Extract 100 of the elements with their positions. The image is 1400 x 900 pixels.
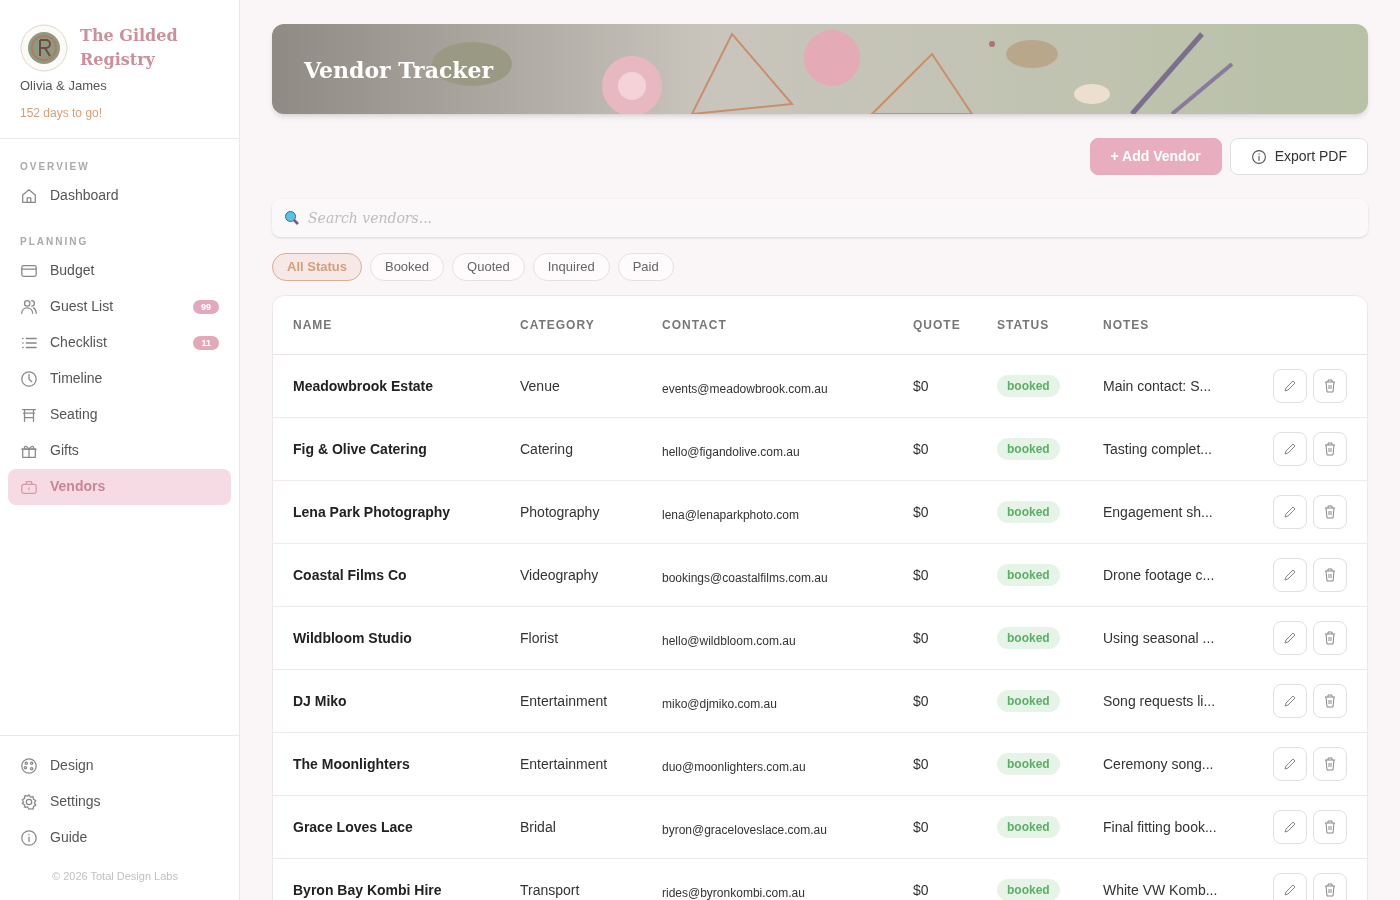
nav-item[interactable]: Gifts [8, 432, 231, 469]
table-cell-text: lena@lenaparkphoto.com [662, 507, 800, 524]
pencil-icon [1282, 378, 1298, 394]
status-badge: booked [997, 879, 1060, 900]
table-cell-text: Coastal Films Co [293, 565, 408, 585]
brand-title: The Gilded Registry [80, 25, 179, 71]
search-field[interactable]: Search vendors... [272, 199, 1368, 237]
table-cell-text: hello@figandolive.com.au [662, 444, 801, 461]
column-header: NAME [293, 317, 334, 334]
edit-button[interactable] [1273, 684, 1307, 718]
table-cell-text: White VW Komb... [1103, 880, 1219, 900]
settings-icon [20, 792, 38, 811]
table-cell-text: Meadowbrook Estate [293, 376, 435, 396]
status-badge: booked [997, 816, 1060, 838]
edit-button[interactable] [1273, 495, 1307, 529]
couple-names: Olivia & James [20, 77, 108, 95]
pencil-icon [1282, 756, 1298, 772]
table-cell-text: $0 [913, 754, 930, 774]
pencil-icon [1282, 504, 1298, 520]
status-badge: booked [997, 375, 1060, 397]
nav-label: Settings [50, 792, 101, 811]
edit-button[interactable] [1273, 873, 1307, 900]
pencil-icon [1282, 882, 1298, 898]
pencil-icon [1282, 693, 1298, 709]
table-cell-text: Tasting complet... [1103, 439, 1213, 459]
count-badge: 11 [193, 335, 219, 350]
nav-item[interactable]: Seating [8, 396, 231, 433]
trash-icon [1322, 630, 1338, 646]
edit-button[interactable] [1273, 432, 1307, 466]
pencil-icon [1282, 441, 1298, 457]
nav-label: Gifts [50, 441, 80, 460]
table-cell-text: Transport [520, 880, 581, 900]
trash-icon [1322, 441, 1338, 457]
delete-button[interactable] [1313, 621, 1347, 655]
delete-button[interactable] [1313, 558, 1347, 592]
logo-icon [20, 24, 68, 72]
table-cell-text: Ceremony song... [1103, 754, 1215, 774]
edit-button[interactable] [1273, 621, 1307, 655]
delete-button[interactable] [1313, 684, 1347, 718]
nav-item[interactable]: Guide [8, 819, 231, 856]
table-cell-text: Final fitting book... [1103, 817, 1218, 837]
table-cell-text: $0 [913, 376, 930, 396]
column-header: CONTACT [662, 317, 728, 334]
table-cell-text: Byron Bay Kombi Hire [293, 880, 443, 900]
table-cell-text: miko@djmiko.com.au [662, 696, 778, 713]
nav-label: Seating [50, 405, 99, 424]
nav-item[interactable]: Dashboard [8, 177, 231, 214]
table-cell-text: rides@byronkombi.com.au [662, 885, 806, 900]
status-badge: booked [997, 564, 1060, 586]
nav-item[interactable]: Guest List 99 [8, 288, 231, 325]
delete-button[interactable] [1313, 495, 1347, 529]
nav-label: Dashboard [50, 186, 120, 205]
search-icon [284, 210, 300, 226]
users-icon [20, 297, 38, 316]
table-cell-text: events@meadowbrook.com.au [662, 381, 829, 398]
nav-item[interactable]: Budget [8, 252, 231, 289]
table-cell-text: hello@wildbloom.com.au [662, 633, 797, 650]
delete-button[interactable] [1313, 747, 1347, 781]
status-badge: booked [997, 438, 1060, 460]
edit-button[interactable] [1273, 810, 1307, 844]
filter-chip[interactable]: Booked [369, 253, 445, 281]
info-icon [1250, 148, 1267, 165]
trash-icon [1322, 567, 1338, 583]
nav-item[interactable]: Settings [8, 783, 231, 820]
column-header: CATEGORY [520, 317, 596, 334]
table-cell-text: Bridal [520, 817, 557, 837]
page-title: Vendor Tracker [304, 56, 494, 85]
delete-button[interactable] [1313, 873, 1347, 900]
nav-label: Guide [50, 828, 88, 847]
table-cell-text: The Moonlighters [293, 754, 411, 774]
table-cell-text: Videography [520, 565, 600, 585]
count-badge: 99 [193, 299, 219, 314]
nav-label: Guest List [50, 297, 115, 316]
nav-item[interactable]: Checklist 11 [8, 324, 231, 361]
delete-button[interactable] [1313, 369, 1347, 403]
trash-icon [1322, 756, 1338, 772]
palette-icon [20, 756, 38, 775]
edit-button[interactable] [1273, 369, 1307, 403]
filter-chip[interactable]: Paid [617, 253, 674, 281]
edit-button[interactable] [1273, 558, 1307, 592]
table-cell-text: $0 [913, 502, 930, 522]
clock-icon [20, 369, 38, 388]
home-icon [20, 186, 38, 205]
table-cell-text: bookings@coastalfilms.com.au [662, 570, 829, 587]
filter-chip[interactable]: Quoted [452, 253, 525, 281]
filter-chip[interactable]: Inquired [532, 253, 610, 281]
table-cell-text: Main contact: S... [1103, 376, 1213, 396]
status-badge: booked [997, 627, 1060, 649]
export-button[interactable]: Export PDF [1229, 138, 1368, 175]
nav-label: Checklist [50, 333, 108, 352]
delete-button[interactable] [1313, 432, 1347, 466]
delete-button[interactable] [1313, 810, 1347, 844]
nav-label: Timeline [50, 369, 104, 388]
edit-button[interactable] [1273, 747, 1307, 781]
section-heading: PLANNING [19, 234, 90, 249]
nav-item[interactable]: Timeline [8, 360, 231, 397]
table-cell-text: byron@graceloveslace.com.au [662, 822, 828, 839]
trash-icon [1322, 504, 1338, 520]
nav-item[interactable]: Design [8, 747, 231, 784]
table-cell-text: Catering [520, 439, 574, 459]
